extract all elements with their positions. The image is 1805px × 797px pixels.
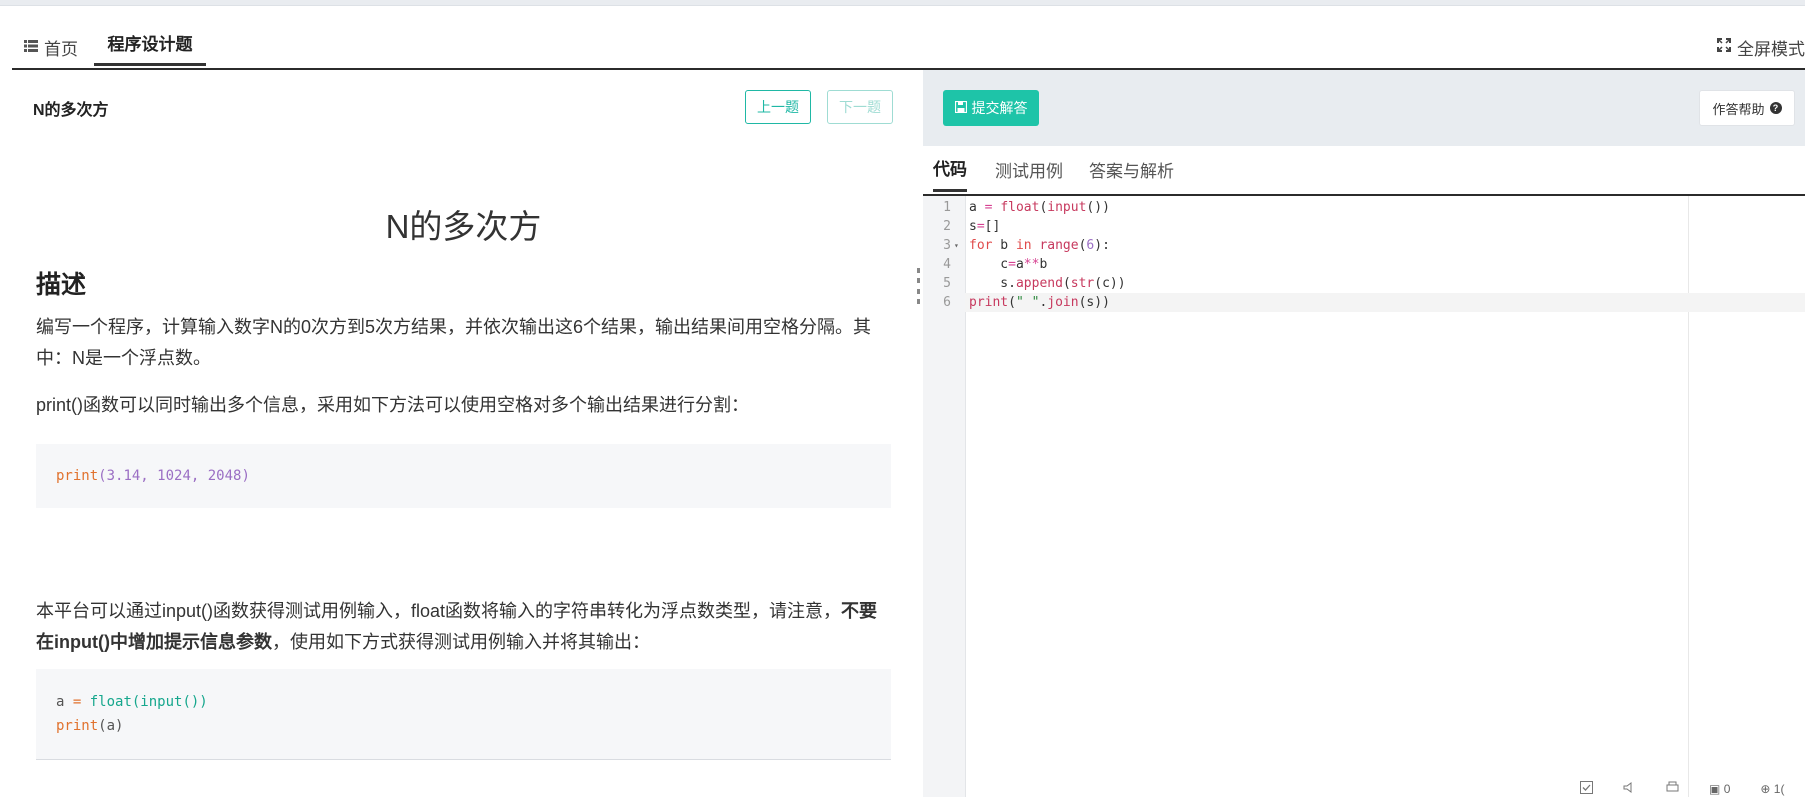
line-number: 4 xyxy=(943,257,951,272)
tab-programming[interactable]: 程序设计题 xyxy=(94,22,206,66)
line-number: 5 xyxy=(943,276,951,291)
submit-label: 提交解答 xyxy=(971,100,1028,116)
description-heading: 描述 xyxy=(36,271,87,299)
code-line: s=[] xyxy=(969,219,1001,234)
example-code-block-1: print(3.14, 1024, 2048) xyxy=(36,444,891,508)
panel-resize-handle[interactable] xyxy=(917,268,921,304)
code-line: a = float(input()) xyxy=(969,200,1110,215)
save-icon xyxy=(954,100,967,116)
tab-test-cases[interactable]: 测试用例 xyxy=(995,146,1063,192)
problem-title: N的多次方 xyxy=(385,208,542,245)
prev-question-button[interactable]: 上一题 xyxy=(745,90,811,124)
zoom-icon: ⊕ xyxy=(1760,781,1771,796)
help-label: 作答帮助 xyxy=(1712,101,1765,117)
submit-answer-button[interactable]: 提交解答 xyxy=(943,90,1039,126)
code2-print-args: (a) xyxy=(98,718,124,734)
tab-answer-analysis[interactable]: 答案与解析 xyxy=(1089,146,1174,192)
print-icon[interactable] xyxy=(1666,781,1679,797)
tab-home[interactable]: 首页 xyxy=(24,32,78,62)
image-icon: ▣ xyxy=(1709,781,1721,796)
tab-code[interactable]: 代码 xyxy=(933,146,967,192)
fullscreen-label: 全屏模式 xyxy=(1737,39,1805,59)
line-number: 2 xyxy=(943,219,951,234)
code-line: s.append(str(c)) xyxy=(969,276,1126,291)
editor-toolbar: 提交解答 作答帮助 ? xyxy=(923,70,1805,146)
top-strip xyxy=(0,0,1805,6)
example-code-block-2: a = float(input()) print(a) xyxy=(36,669,891,759)
code2-line-1: a = float(input()) xyxy=(56,690,871,714)
question-circle-icon: ? xyxy=(1769,102,1782,114)
para3-prefix: 本平台可以通过input()函数获得测试用例输入，float函数将输入的字符串转… xyxy=(36,601,842,621)
fold-arrow-icon[interactable]: ▾ xyxy=(954,236,959,255)
line-number: 1 xyxy=(943,200,951,215)
counter-a-value: 0 xyxy=(1723,781,1731,796)
bottom-status-bar: ▣ 0 ⊕ 1( xyxy=(1580,780,1805,797)
next-question-button[interactable]: 下一题 xyxy=(827,90,893,124)
line-number-gutter: 1 2 3 ▾ 4 5 6 xyxy=(923,196,966,797)
header-tabbar: 首页 程序设计题 全屏模式 xyxy=(12,22,1805,70)
description-paragraph-3: 本平台可以通过input()函数获得测试用例输入，float函数将输入的字符串转… xyxy=(36,596,891,658)
code-print-args: (3.14, 1024, 2048) xyxy=(98,468,250,484)
counter-b: ⊕ 1( xyxy=(1760,782,1784,796)
code2-print: print xyxy=(56,718,99,734)
code-editor[interactable]: 1 2 3 ▾ 4 5 6 a = float(input()) s=[] fo… xyxy=(923,196,1805,797)
description-paragraph-2: print()函数可以同时输出多个信息，采用如下方法可以使用空格对多个输出结果进… xyxy=(36,395,749,415)
fullscreen-button[interactable]: 全屏模式 xyxy=(1717,32,1805,62)
check-icon[interactable] xyxy=(1580,780,1593,797)
description-paragraph-1: 编写一个程序，计算输入数字N的0次方到5次方结果，并依次输出这6个结果，输出结果… xyxy=(36,317,872,368)
code2-fn: float(input()) xyxy=(89,694,208,710)
editor-panel: 提交解答 作答帮助 ? 代码 测试用例 答案与解析 1 2 3 ▾ 4 5 6 … xyxy=(923,70,1805,797)
line-number: 3 xyxy=(943,238,951,253)
para3-suffix: ，使用如下方式获得测试用例输入并将其输出： xyxy=(271,632,650,652)
line-number: 6 xyxy=(943,295,951,310)
code-line: for b in range(6): xyxy=(969,238,1110,253)
code-line-active: print(" ".join(s)) xyxy=(965,293,1805,312)
code-print-fn: print xyxy=(56,468,99,484)
problem-panel: N的多次方 上一题 下一题 N的多次方 描述 编写一个程序，计算输入数字N的0次… xyxy=(12,70,924,797)
code2-line-2: print(a) xyxy=(56,714,871,738)
expand-icon xyxy=(1717,37,1731,57)
tab-home-label: 首页 xyxy=(44,39,78,59)
counter-a: ▣ 0 xyxy=(1709,782,1730,796)
code-line: c=a**b xyxy=(969,257,1048,272)
counter-b-value: 1( xyxy=(1773,781,1785,796)
print-margin xyxy=(1688,196,1689,797)
answer-help-button[interactable]: 作答帮助 ? xyxy=(1699,90,1795,126)
list-icon xyxy=(24,37,38,57)
code2-eq: = xyxy=(64,694,90,710)
problem-short-title: N的多次方 xyxy=(33,102,109,119)
volume-icon[interactable] xyxy=(1623,781,1636,797)
content-divider xyxy=(36,759,891,760)
editor-tabs: 代码 测试用例 答案与解析 xyxy=(923,146,1805,196)
